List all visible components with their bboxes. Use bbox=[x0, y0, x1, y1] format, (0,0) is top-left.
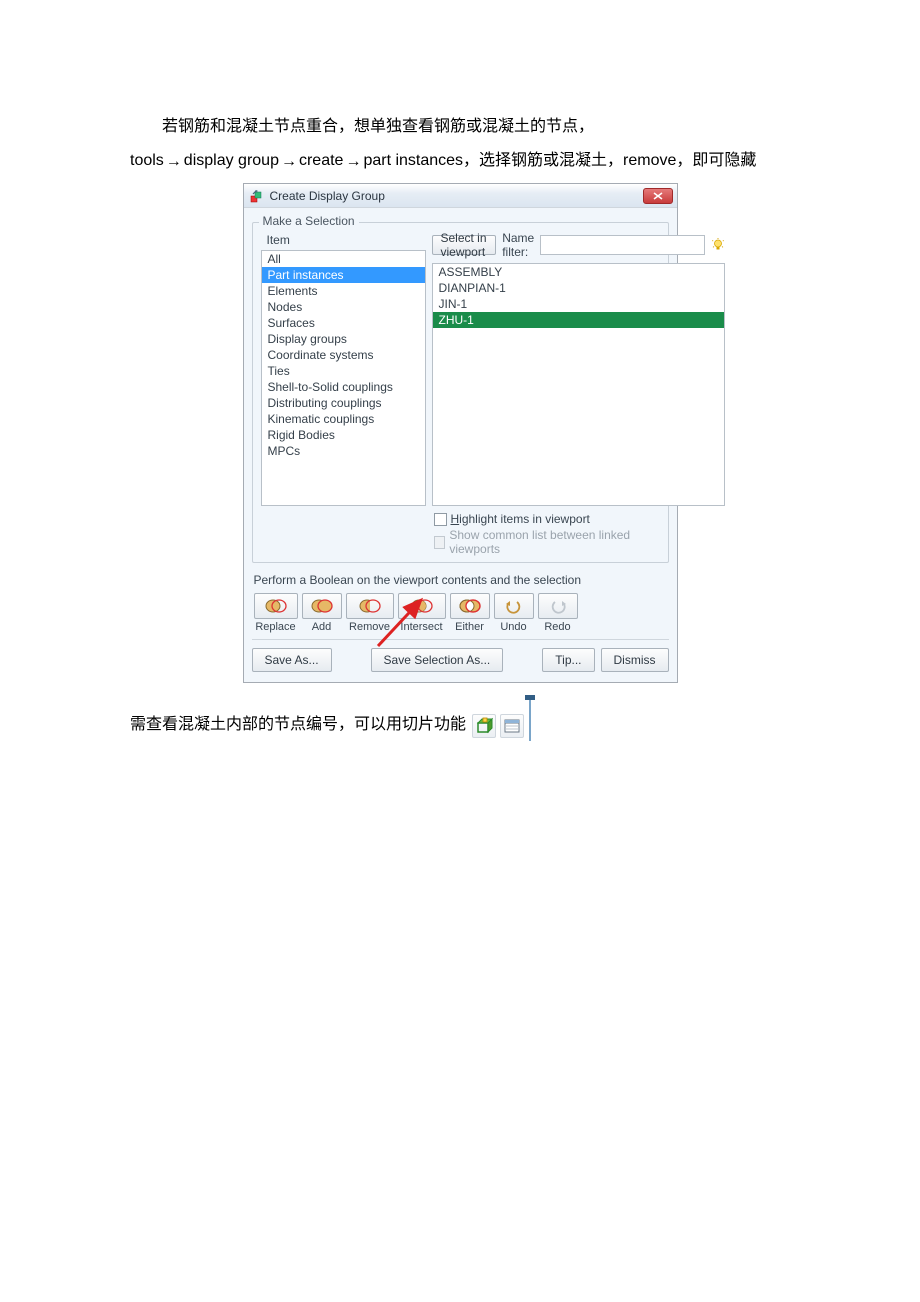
save-selection-as-button[interactable]: Save Selection As... bbox=[371, 648, 504, 672]
checkbox-icon[interactable] bbox=[434, 513, 447, 526]
selection-list-row[interactable]: ZHU-1 bbox=[433, 312, 725, 328]
item-list-row[interactable]: Distributing couplings bbox=[262, 395, 425, 411]
item-list-row[interactable]: All bbox=[262, 251, 425, 267]
item-list-row[interactable]: Ties bbox=[262, 363, 425, 379]
add-button[interactable] bbox=[302, 593, 342, 619]
item-list-row[interactable]: Rigid Bodies bbox=[262, 427, 425, 443]
close-button[interactable] bbox=[643, 188, 673, 204]
show-common-checkbox-row: Show common list between linked viewport… bbox=[434, 528, 660, 556]
p2-c: part instances，选择钢筋或混凝土，remove，即可隐藏 bbox=[363, 152, 756, 169]
item-list[interactable]: AllPart instancesElementsNodesSurfacesDi… bbox=[261, 250, 426, 506]
intersect-icon bbox=[409, 598, 435, 614]
arrow-icon: → bbox=[166, 153, 182, 170]
either-label: Either bbox=[455, 621, 484, 633]
remove-label: Remove bbox=[349, 621, 390, 633]
paragraph-2: tools→display group→create→part instance… bbox=[130, 144, 800, 178]
either-icon bbox=[457, 598, 483, 614]
item-column: Item AllPart instancesElementsNodesSurfa… bbox=[261, 231, 426, 506]
add-icon bbox=[309, 598, 335, 614]
name-filter-label: Name filter: bbox=[502, 231, 534, 259]
undo-label: Undo bbox=[500, 621, 526, 633]
item-list-row[interactable]: Nodes bbox=[262, 299, 425, 315]
make-selection-group: Make a Selection Item AllPart instancesE… bbox=[252, 222, 669, 563]
paragraph-1: 若钢筋和混凝土节点重合，想单独查看钢筋或混凝土的节点， bbox=[130, 110, 800, 144]
item-list-row[interactable]: Shell-to-Solid couplings bbox=[262, 379, 425, 395]
add-label: Add bbox=[312, 621, 332, 633]
view-cut-manager-icon[interactable] bbox=[500, 714, 524, 738]
undo-icon bbox=[503, 598, 525, 614]
create-display-group-dialog: Create Display Group Make a Selection It… bbox=[243, 183, 678, 683]
p2-a: display group bbox=[184, 152, 279, 169]
p2-b: create bbox=[299, 152, 343, 169]
select-in-viewport-button[interactable]: Select in viewport bbox=[432, 235, 497, 255]
remove-icon bbox=[357, 598, 383, 614]
item-list-row[interactable]: Coordinate systems bbox=[262, 347, 425, 363]
footer-paragraph: 需查看混凝土内部的节点编号，可以用切片功能 bbox=[130, 709, 466, 741]
app-icon bbox=[250, 189, 264, 203]
undo-button[interactable] bbox=[494, 593, 534, 619]
item-list-row[interactable]: Kinematic couplings bbox=[262, 411, 425, 427]
right-column: Select in viewport Name filter: bbox=[432, 231, 726, 506]
selection-list-row[interactable]: DIANPIAN-1 bbox=[433, 280, 725, 296]
save-as-button[interactable]: Save As... bbox=[252, 648, 332, 672]
either-button[interactable] bbox=[450, 593, 490, 619]
redo-label: Redo bbox=[544, 621, 570, 633]
arrow-icon: → bbox=[345, 153, 361, 170]
name-filter-input[interactable] bbox=[540, 235, 705, 255]
selection-list-row[interactable]: JIN-1 bbox=[433, 296, 725, 312]
dismiss-button[interactable]: Dismiss bbox=[601, 648, 669, 672]
hint-bulb-icon[interactable] bbox=[711, 237, 725, 253]
checkbox-icon bbox=[434, 536, 446, 549]
titlebar[interactable]: Create Display Group bbox=[244, 184, 677, 208]
boolean-label: Perform a Boolean on the viewport conten… bbox=[254, 573, 669, 587]
hl-u: H bbox=[451, 512, 460, 526]
replace-button[interactable] bbox=[254, 593, 298, 619]
hl-rest: ighlight items in viewport bbox=[459, 512, 590, 526]
arrow-icon: → bbox=[281, 153, 297, 170]
dialog-title: Create Display Group bbox=[270, 189, 385, 203]
highlight-checkbox-row[interactable]: Highlight items in viewport bbox=[434, 512, 660, 526]
group-title: Make a Selection bbox=[259, 214, 359, 228]
boolean-ops-row: Replace Add Remove Intersect Either Undo Redo bbox=[252, 593, 669, 633]
item-list-row[interactable]: Elements bbox=[262, 283, 425, 299]
item-label: Item bbox=[261, 231, 426, 250]
toolbar-icons bbox=[469, 711, 531, 741]
redo-button[interactable] bbox=[538, 593, 578, 619]
item-list-row[interactable]: Surfaces bbox=[262, 315, 425, 331]
highlight-label: Highlight items in viewport bbox=[451, 512, 590, 526]
intersect-label: Intersect bbox=[400, 621, 442, 633]
tip-button[interactable]: Tip... bbox=[542, 648, 594, 672]
show-common-label: Show common list between linked viewport… bbox=[449, 528, 659, 556]
replace-label: Replace bbox=[255, 621, 295, 633]
item-list-row[interactable]: MPCs bbox=[262, 443, 425, 459]
replace-icon bbox=[263, 598, 289, 614]
remove-button[interactable] bbox=[346, 593, 394, 619]
divider bbox=[252, 639, 669, 640]
item-list-row[interactable]: Display groups bbox=[262, 331, 425, 347]
selection-list[interactable]: ASSEMBLYDIANPIAN-1JIN-1ZHU-1 bbox=[432, 263, 726, 506]
intersect-button[interactable] bbox=[398, 593, 446, 619]
p2-pre: tools bbox=[130, 152, 164, 169]
item-list-row[interactable]: Part instances bbox=[262, 267, 425, 283]
selection-list-row[interactable]: ASSEMBLY bbox=[433, 264, 725, 280]
view-cut-icon[interactable] bbox=[472, 714, 496, 738]
redo-icon bbox=[547, 598, 569, 614]
